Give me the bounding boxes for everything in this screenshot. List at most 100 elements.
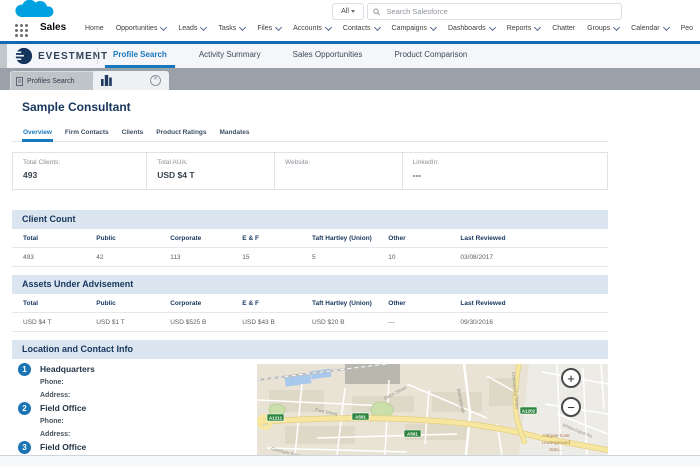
tab-profiles-search-label: Profiles Search [27, 78, 75, 85]
document-icon [16, 77, 23, 86]
road-badge: A501 [403, 429, 422, 438]
tab-consultant-profile[interactable]: ✕ [93, 71, 169, 90]
svg-text:A1202: A1202 [522, 408, 536, 413]
nav-item-opportunities[interactable]: Opportunities [116, 23, 168, 32]
road-badge: A1211 [266, 413, 285, 422]
nav-item-files[interactable]: Files [257, 23, 283, 32]
search-icon [373, 8, 381, 15]
section-assets-under-advisement: Assets Under Advisement Total Public Corpor… [12, 275, 608, 332]
chevron-down-icon [275, 23, 283, 31]
close-tab-icon[interactable]: ✕ [150, 75, 161, 86]
summary-cell: Website: [275, 153, 403, 189]
chevron-down-icon [324, 23, 332, 31]
location-item: 1 Headquarters Phone: Address: [18, 363, 248, 402]
table-cell: 15 [231, 247, 302, 267]
location-list: 1 Headquarters Phone: Address: 2 Field Office… [18, 363, 248, 454]
table-header-cell: Other [377, 229, 450, 248]
map-canvas: Fore Street Eldon Street Gresham Street … [257, 364, 608, 455]
nav-item-tasks[interactable]: Tasks [218, 23, 247, 32]
nav-item-dashboards[interactable]: Dashboards [447, 23, 496, 32]
nav-item-accounts[interactable]: Accounts [293, 23, 332, 32]
table-header-cell: Corporate [159, 229, 232, 248]
evestment-logo-icon [13, 47, 33, 65]
location-name: Headquarters [40, 364, 95, 374]
table-cell: USD $4 T [12, 312, 86, 332]
map-zoom-out-button[interactable]: − [561, 397, 581, 417]
location-item: 3 Field Office [18, 441, 248, 454]
map-station-label: Aldgate East [542, 433, 570, 439]
nav-item-label: Accounts [293, 24, 322, 32]
location-body: Field Office Phone: Address: [40, 402, 86, 441]
section-header: Client Count [12, 210, 608, 229]
table-cell: USD $43 B [231, 312, 302, 332]
nav-item-label: Dashboards [447, 24, 486, 32]
table-cell: USD $20 B [301, 312, 378, 332]
table-header-cell: Public [85, 294, 160, 313]
nav-item-leads[interactable]: Leads [178, 23, 208, 32]
location-name: Field Office [40, 442, 87, 452]
profile-tab-product-ratings[interactable]: Product Ratings [155, 124, 207, 142]
nav-item-peo[interactable]: Peo [681, 25, 693, 32]
nav-item-label: Peo [680, 24, 694, 32]
subnav-tab-profile-search[interactable]: Profile Search [105, 44, 175, 68]
table-cell: 493 [12, 247, 86, 267]
summary-cell: Total Clients: 493 [13, 153, 148, 189]
profile-tab-overview[interactable]: Overview [22, 124, 53, 142]
subnav-divider [97, 48, 98, 64]
locations-map[interactable]: Fore Street Eldon Street Gresham Street … [257, 364, 608, 455]
subnav-tab-sales-opportunities[interactable]: Sales Opportunities [285, 44, 371, 68]
search-scope-dropdown[interactable]: All [332, 3, 364, 20]
evestment-brand: EVESTMENT [13, 46, 108, 66]
nav-item-groups[interactable]: Groups [587, 23, 621, 32]
tab-profiles-search[interactable]: Profiles Search [10, 71, 102, 91]
app-launcher-icon[interactable] [15, 24, 28, 37]
map-zoom-in-button[interactable]: + [561, 368, 581, 388]
nav-item-label: Chatter [552, 24, 576, 32]
workspace-tabstrip: Profiles Search ✕ [0, 68, 700, 91]
chevron-down-icon [534, 23, 542, 31]
table-header-cell: E & F [231, 229, 302, 248]
location-field-label: Phone: [40, 418, 64, 425]
summary-label: LinkedIn: [412, 159, 440, 166]
app-name: Sales [40, 22, 67, 33]
table-header-cell: Corporate [159, 294, 232, 313]
table-cell: 10 [377, 247, 450, 267]
table-header-cell: Last Reviewed [449, 229, 608, 248]
svg-text:A1211: A1211 [269, 415, 283, 420]
nav-item-label: Leads [178, 24, 198, 32]
table-header-cell: Taft Hartley (Union) [301, 294, 378, 313]
table-cell: --- [377, 312, 450, 332]
nav-item-calendar[interactable]: Calendar [631, 23, 670, 32]
section-header: Assets Under Advisement [12, 275, 608, 294]
consultant-profile-content: Sample Consultant Overview Firm Contacts C… [0, 90, 612, 455]
table-header-cell: Public [85, 229, 160, 248]
subnav-tab-activity-summary[interactable]: Activity Summary [191, 44, 269, 68]
data-table: Total Public Corporate E & F Taft Hartley (U… [12, 294, 608, 332]
table-cell: USD $1 T [85, 312, 160, 332]
nav-items: Home Opportunities Leads Tasks Files Accounts… [85, 19, 700, 37]
data-sections: Client Count Total Public Corporate E & F Taf… [12, 210, 608, 340]
table-row: USD $4 T USD $1 T USD $525 B USD $43 B USD $… [12, 312, 608, 332]
nav-item-campaigns[interactable]: Campaigns [392, 23, 437, 32]
profile-tab-mandates[interactable]: Mandates [219, 124, 251, 142]
nav-item-label: Groups [587, 24, 611, 32]
map-station-label: Stati... [549, 447, 563, 453]
nav-item-contacts[interactable]: Contacts [343, 23, 381, 32]
summary-value: --- [412, 170, 422, 180]
horizontal-scrollbar-track[interactable] [0, 455, 700, 467]
nav-item-reports[interactable]: Reports [507, 23, 542, 32]
profile-tab-clients[interactable]: Clients [121, 124, 145, 142]
nav-item-label: Files [257, 24, 273, 32]
subnav-tab-product-comparison[interactable]: Product Comparison [386, 44, 475, 68]
chevron-down-icon [373, 23, 381, 31]
location-number-badge: 1 [18, 363, 31, 376]
location-field-label: Address: [40, 392, 71, 399]
nav-item-chatter[interactable]: Chatter [552, 25, 575, 32]
nav-item-label: Tasks [218, 24, 237, 32]
summary-cell: Total AUA: USD $4 T [147, 153, 275, 189]
global-navigation-bar: Sales Home Opportunities Leads Tasks Files Ac… [0, 0, 700, 44]
location-number-badge: 2 [18, 402, 31, 415]
search-input[interactable] [384, 6, 616, 17]
profile-tab-firm-contacts[interactable]: Firm Contacts [64, 124, 110, 142]
nav-item-home[interactable]: Home [85, 25, 104, 32]
